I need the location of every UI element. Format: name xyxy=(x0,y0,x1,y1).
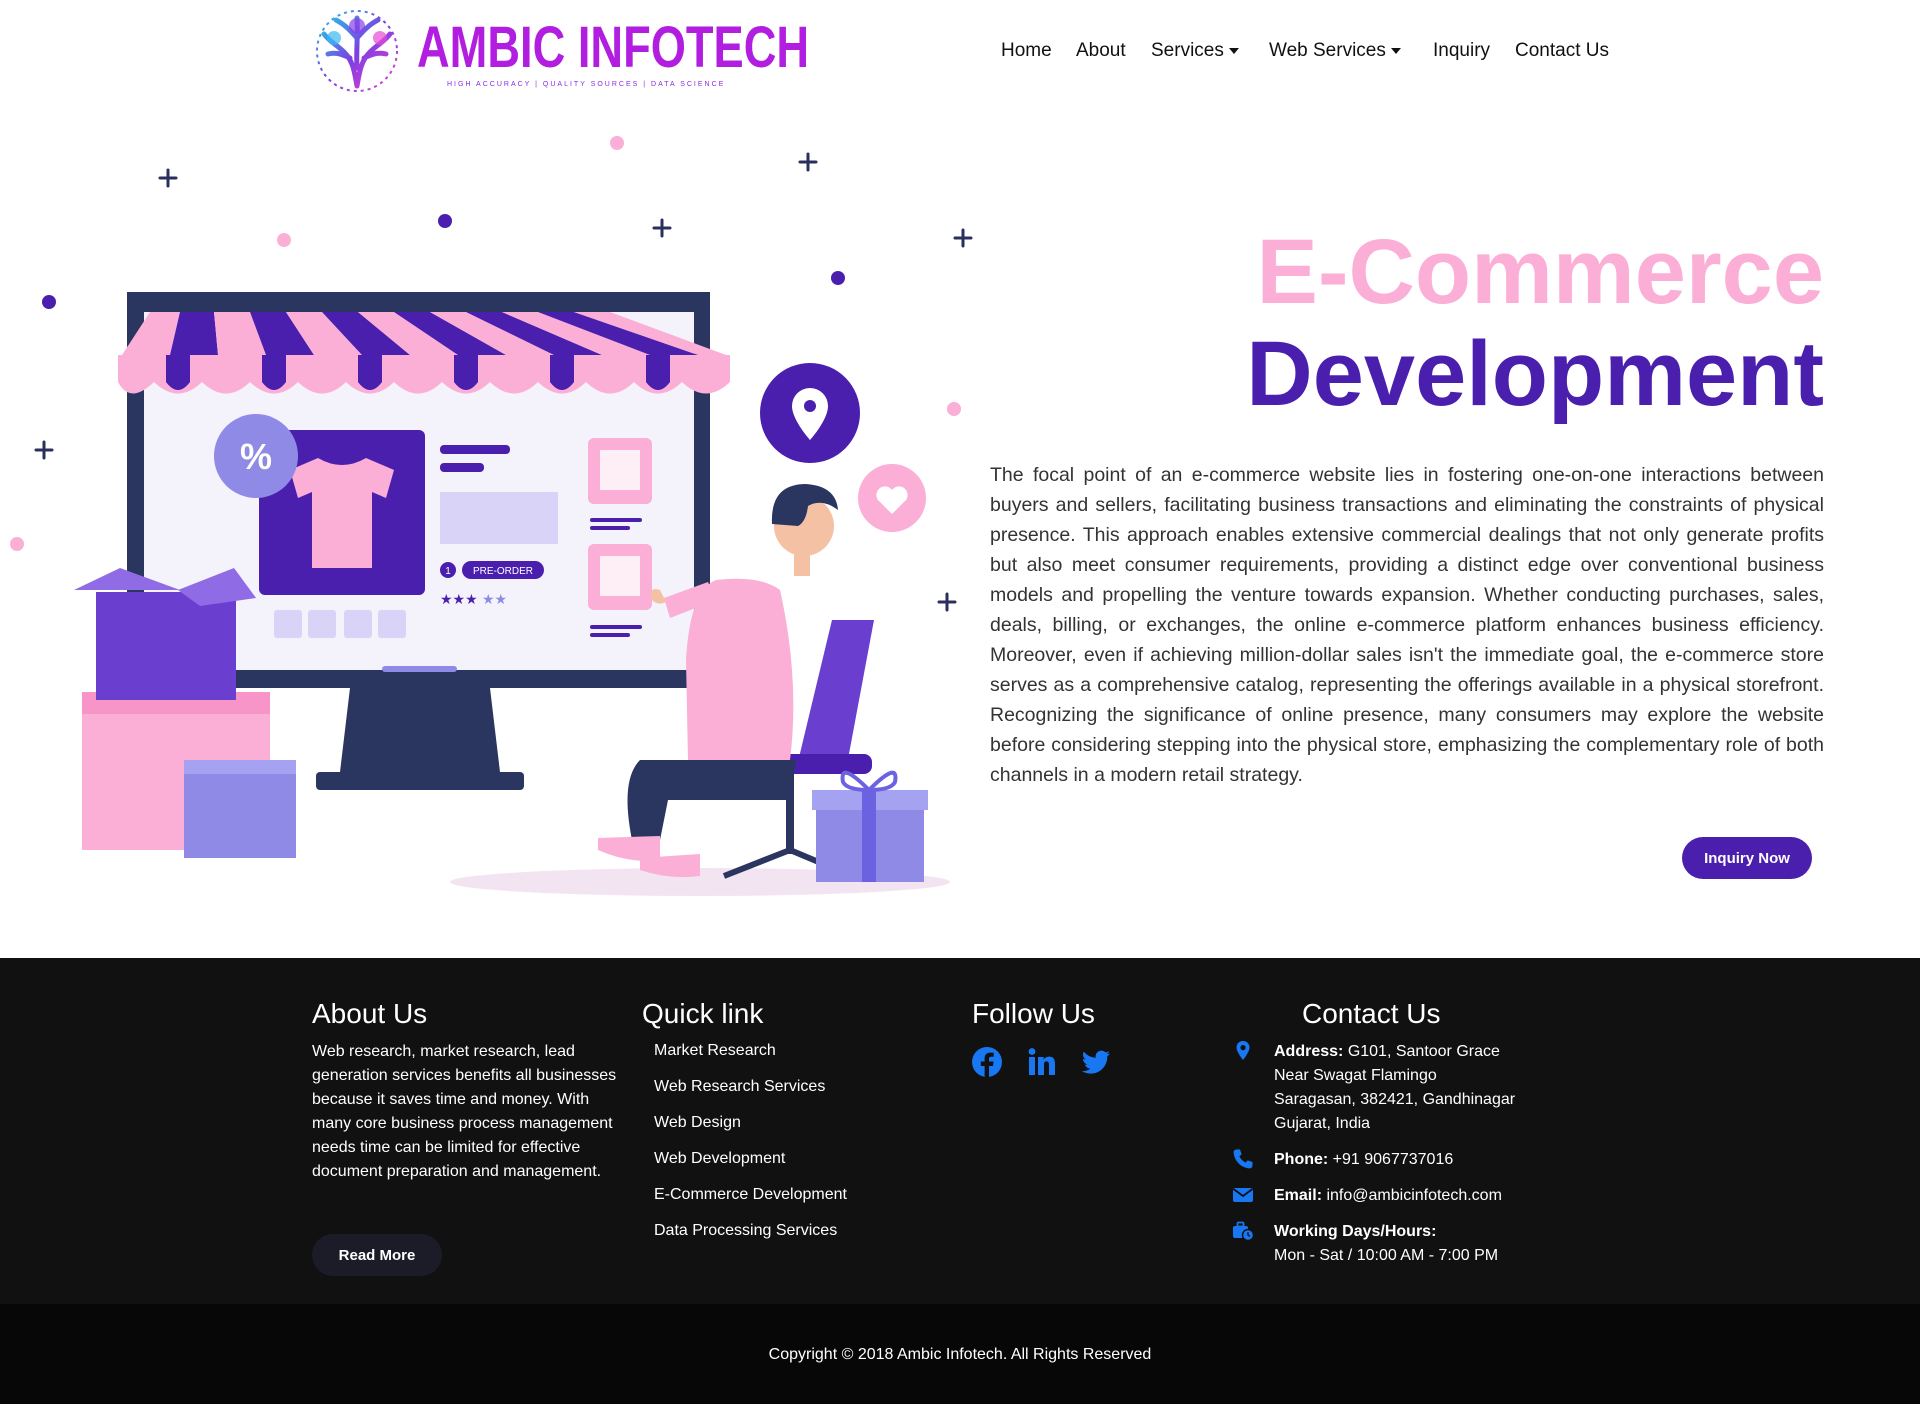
quicklink-market-research[interactable]: Market Research xyxy=(654,1042,776,1060)
copyright-bar: Copyright © 2018 Ambic Infotech. All Rig… xyxy=(0,1304,1920,1409)
footer-about-heading: About Us xyxy=(312,998,428,1029)
contact-hours: Working Days/Hours: Mon - Sat / 10:00 AM… xyxy=(1233,1220,1499,1268)
nav-web-services[interactable]: Web Services xyxy=(1269,40,1401,62)
read-more-button[interactable]: Read More xyxy=(312,1234,442,1276)
brand-tagline: HIGH ACCURACY | QUALITY SOURCES | DATA S… xyxy=(447,81,726,88)
nav-inquiry[interactable]: Inquiry xyxy=(1433,40,1490,62)
address-label: Address: xyxy=(1274,1043,1344,1060)
site-header: AMBIC INFOTECH HIGH ACCURACY | QUALITY S… xyxy=(0,0,1920,110)
footer-about-text: Web research, market research, lead gene… xyxy=(312,1043,617,1180)
address-line-4: Gujarat, India xyxy=(1274,1115,1371,1132)
brand-logo[interactable]: AMBIC INFOTECH HIGH ACCURACY | QUALITY S… xyxy=(314,8,809,94)
address-line-3: Saragasan, 382421, Gandhinagar xyxy=(1274,1091,1516,1108)
linkedin-icon[interactable] xyxy=(1026,1046,1058,1078)
shop-awning-icon xyxy=(118,292,730,394)
quicklink-web-design[interactable]: Web Design xyxy=(654,1114,741,1132)
hero-title-line2: Development xyxy=(1246,323,1824,425)
preorder-label: PRE-ORDER xyxy=(473,566,533,577)
contact-address: Address: G101, Santoor Grace Near Swagat… xyxy=(1236,1040,1516,1136)
contact-email: Email: info@ambicinfotech.com xyxy=(1232,1184,1502,1208)
envelope-icon xyxy=(1232,1188,1254,1202)
bottom-strip xyxy=(0,1404,1920,1409)
facebook-icon[interactable] xyxy=(971,1046,1003,1078)
quicklink-web-development[interactable]: Web Development xyxy=(654,1150,785,1168)
footer-quicklink-heading: Quick link xyxy=(642,998,764,1029)
brand-name: AMBIC INFOTECH xyxy=(417,15,810,80)
svg-text:★★: ★★ xyxy=(482,592,507,608)
hours-label: Working Days/Hours: xyxy=(1274,1223,1437,1240)
email-label: Email: xyxy=(1274,1187,1323,1204)
email-address[interactable]: info@ambicinfotech.com xyxy=(1326,1187,1501,1204)
hero-title-line1: E-Commerce xyxy=(1256,221,1824,323)
logo-tree-icon xyxy=(316,10,398,92)
footer-follow-heading: Follow Us xyxy=(972,998,1095,1029)
phone-label: Phone: xyxy=(1274,1151,1329,1168)
quicklink-web-research-services[interactable]: Web Research Services xyxy=(654,1078,825,1096)
gift-box-icon xyxy=(812,770,928,882)
nav-about[interactable]: About xyxy=(1076,40,1126,62)
discount-badge-text: % xyxy=(240,436,272,477)
quicklink-data-processing-services[interactable]: Data Processing Services xyxy=(654,1222,837,1240)
contact-phone: Phone: +91 9067737016 xyxy=(1233,1148,1454,1172)
working-hours: Mon - Sat / 10:00 AM - 7:00 PM xyxy=(1274,1247,1499,1264)
phone-icon xyxy=(1233,1149,1253,1169)
ecommerce-illustration: 1 PRE-ORDER ★★★ ★★ % xyxy=(10,136,973,896)
nav-services[interactable]: Services xyxy=(1151,40,1239,62)
chevron-down-icon xyxy=(1228,47,1239,54)
nav-home[interactable]: Home xyxy=(1001,40,1052,62)
phone-number[interactable]: +91 9067737016 xyxy=(1333,1151,1454,1168)
svg-text:★★★: ★★★ xyxy=(440,592,478,608)
chevron-down-icon xyxy=(1390,47,1401,54)
address-line-1: G101, Santoor Grace xyxy=(1347,1043,1500,1060)
copyright-text: Copyright © 2018 Ambic Infotech. All Rig… xyxy=(768,1346,1152,1363)
address-line-2: Near Swagat Flamingo xyxy=(1274,1067,1437,1084)
nav-contact[interactable]: Contact Us xyxy=(1515,40,1609,62)
business-time-icon xyxy=(1233,1221,1254,1242)
hero-description: The focal point of an e-commerce website… xyxy=(990,463,1824,786)
footer-contact-heading: Contact Us xyxy=(1302,998,1441,1029)
rating-stars-icon: ★★★ ★★ xyxy=(440,592,507,608)
quicklink-ecommerce-development[interactable]: E-Commerce Development xyxy=(654,1186,847,1204)
inquiry-now-button[interactable]: Inquiry Now xyxy=(1682,837,1812,879)
site-footer: About Us Web research, market research, … xyxy=(0,958,1920,1304)
preorder-count: 1 xyxy=(445,566,451,577)
nav-web-services-label: Web Services xyxy=(1269,40,1386,61)
twitter-icon[interactable] xyxy=(1080,1046,1112,1078)
nav-services-label: Services xyxy=(1151,40,1224,61)
map-marker-icon xyxy=(1236,1041,1250,1060)
